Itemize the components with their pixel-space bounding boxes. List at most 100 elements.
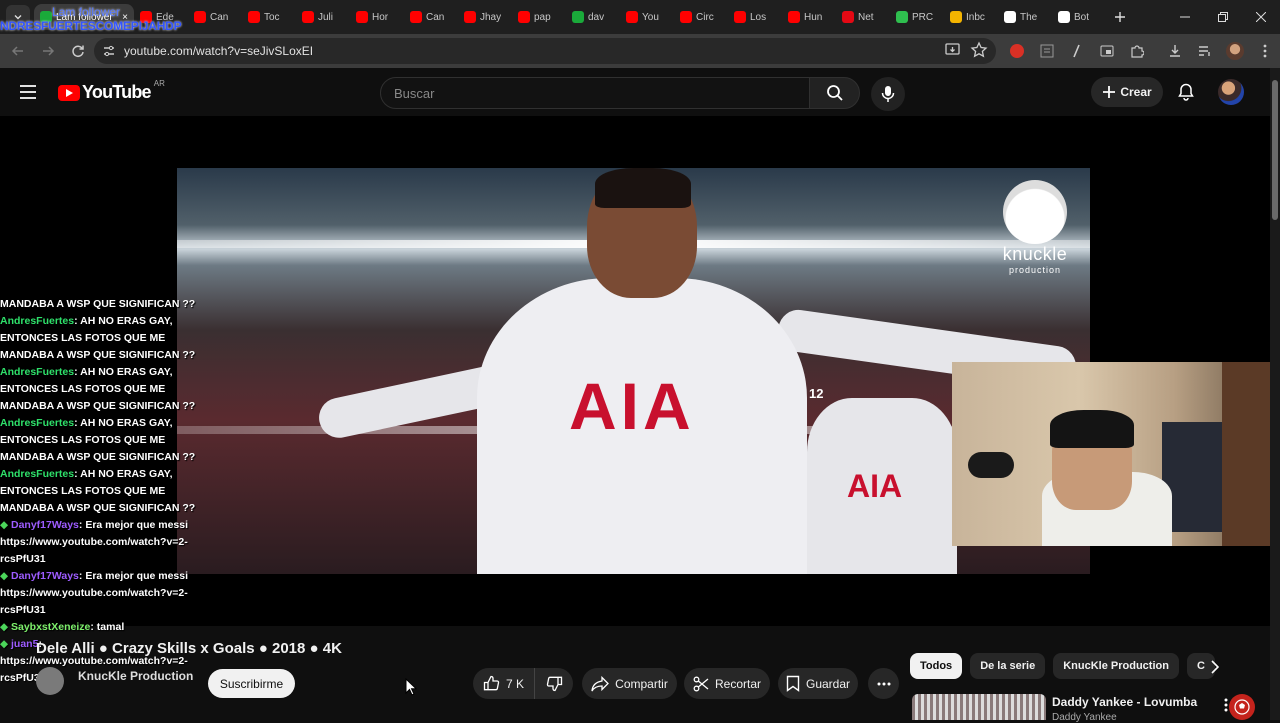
more-actions-button[interactable] — [868, 668, 899, 699]
tab-strip: Lam follower × Ede Can Toc Juli Hor Can Jhay pap d… — [34, 4, 1106, 30]
voice-search-button[interactable] — [871, 77, 905, 111]
second-player: AIA — [807, 398, 957, 574]
football-logo-icon — [1003, 180, 1067, 244]
channel-watermark[interactable]: knuckle production — [993, 180, 1077, 275]
tab-title: Circ — [696, 11, 714, 23]
extension-script[interactable] — [1064, 38, 1090, 64]
tab-favicon-icon — [950, 11, 962, 23]
browser-tab[interactable]: Los — [728, 4, 782, 30]
dislike-button[interactable] — [535, 668, 573, 699]
browser-tab[interactable]: Hun — [782, 4, 836, 30]
tab-favicon-icon — [518, 11, 530, 23]
site-settings-icon[interactable] — [102, 44, 116, 58]
search-button[interactable] — [809, 77, 860, 109]
mic-icon — [881, 86, 895, 102]
install-app-icon[interactable] — [944, 41, 962, 59]
browser-tab[interactable]: pap — [512, 4, 566, 30]
recommended-video-title[interactable]: Daddy Yankee - Lovumba — [1052, 695, 1197, 709]
like-icon — [483, 675, 500, 691]
browser-tab[interactable]: Bot — [1052, 4, 1106, 30]
script-icon — [1073, 44, 1080, 58]
dislike-icon — [546, 676, 562, 692]
stream-overlay-title: NDRESFUERTESCOMEPIJAHDP — [0, 19, 182, 33]
tab-title: Inbc — [966, 11, 985, 23]
scrollbar-thumb[interactable] — [1272, 80, 1278, 220]
profile-button[interactable] — [1222, 38, 1248, 64]
tab-favicon-icon — [356, 11, 368, 23]
address-bar[interactable]: youtube.com/watch?v=seJivSLoxEI — [94, 38, 996, 64]
media-controls-button[interactable] — [1192, 38, 1218, 64]
tab-title: Los — [750, 11, 767, 23]
tab-title: PRC — [912, 11, 934, 23]
clip-button[interactable]: Recortar — [684, 668, 770, 699]
save-button[interactable]: Guardar — [778, 668, 858, 699]
like-dislike-group: 7 K — [473, 668, 573, 699]
guide-menu-button[interactable] — [14, 78, 42, 106]
extension-pip[interactable] — [1094, 38, 1120, 64]
browser-tab[interactable]: Circ — [674, 4, 728, 30]
chat-badge-icon: ◆ — [0, 638, 11, 650]
chat-username: AndresFuertes — [0, 417, 75, 429]
youtube-logo[interactable]: YouTube AR — [58, 79, 165, 103]
browser-tab[interactable]: Inbc — [944, 4, 998, 30]
browser-tab[interactable]: You — [620, 4, 674, 30]
chat-username: Danyf17Ways — [11, 570, 79, 582]
extension-red-badge[interactable] — [1004, 38, 1030, 64]
forward-button[interactable] — [34, 37, 62, 65]
search-input[interactable]: Buscar — [380, 77, 810, 109]
notifications-button[interactable] — [1172, 78, 1200, 106]
browser-tab[interactable]: dav — [566, 4, 620, 30]
filter-chip[interactable]: De la serie — [970, 653, 1046, 679]
downloads-button[interactable] — [1162, 38, 1188, 64]
bookmark-star-icon[interactable] — [970, 41, 988, 59]
browser-tab[interactable]: Jhay — [458, 4, 512, 30]
back-button[interactable] — [4, 37, 32, 65]
channel-name[interactable]: KnucKle Production — [78, 669, 193, 683]
chips-next-button[interactable] — [1202, 655, 1226, 679]
tab-title: Can — [210, 11, 229, 23]
second-player-sponsor: AIA — [847, 468, 903, 504]
streamer-hair — [1050, 410, 1134, 448]
account-avatar[interactable] — [1218, 79, 1244, 105]
bookmark-icon — [786, 675, 800, 692]
kebab-menu-icon — [1263, 44, 1267, 58]
filter-chip[interactable]: Todos — [910, 653, 963, 679]
reload-button[interactable] — [64, 37, 92, 65]
url-text: youtube.com/watch?v=seJivSLoxEI — [124, 44, 314, 58]
browser-tab[interactable]: Can — [404, 4, 458, 30]
arrow-right-icon — [43, 46, 55, 56]
browser-tab[interactable]: Net — [836, 4, 890, 30]
create-button[interactable]: Crear — [1091, 77, 1163, 107]
subscribe-button[interactable]: Suscribirme — [208, 669, 295, 698]
share-button[interactable]: Compartir — [582, 668, 677, 699]
chat-username: AndresFuertes — [0, 468, 75, 480]
recommended-video-thumbnail[interactable] — [912, 694, 1046, 720]
tab-favicon-icon — [626, 11, 638, 23]
logo-wordmark: YouTube — [82, 82, 152, 102]
tab-title: pap — [534, 11, 551, 23]
minimize-button[interactable] — [1166, 0, 1204, 34]
browser-menu-button[interactable] — [1252, 38, 1278, 64]
chat-message: ◆ Danyf17Ways: Era mejor que messi https… — [0, 517, 205, 568]
extensions-button[interactable] — [1124, 38, 1150, 64]
browser-tab[interactable]: Juli — [296, 4, 350, 30]
extension-reader[interactable] — [1034, 38, 1060, 64]
close-window-button[interactable] — [1242, 0, 1280, 34]
browser-tab[interactable]: Hor — [350, 4, 404, 30]
recommended-video-menu-button[interactable] — [1216, 695, 1236, 715]
tab-title: Hun — [804, 11, 823, 23]
browser-tab[interactable]: Toc — [242, 4, 296, 30]
browser-tab[interactable]: Can — [188, 4, 242, 30]
tab-title: The — [1020, 11, 1038, 23]
chat-username: AndresFuertes — [0, 315, 75, 327]
filter-chip[interactable]: KnucKle Production — [1053, 653, 1179, 679]
tab-title: Jhay — [480, 11, 502, 23]
tab-favicon-icon — [1058, 11, 1070, 23]
new-tab-button[interactable] — [1106, 3, 1134, 31]
browser-tab[interactable]: The — [998, 4, 1052, 30]
like-button[interactable]: 7 K — [473, 668, 535, 699]
chat-username: juan5 — [11, 638, 39, 650]
channel-avatar[interactable] — [36, 667, 64, 695]
restore-button[interactable] — [1204, 0, 1242, 34]
browser-tab[interactable]: PRC — [890, 4, 944, 30]
